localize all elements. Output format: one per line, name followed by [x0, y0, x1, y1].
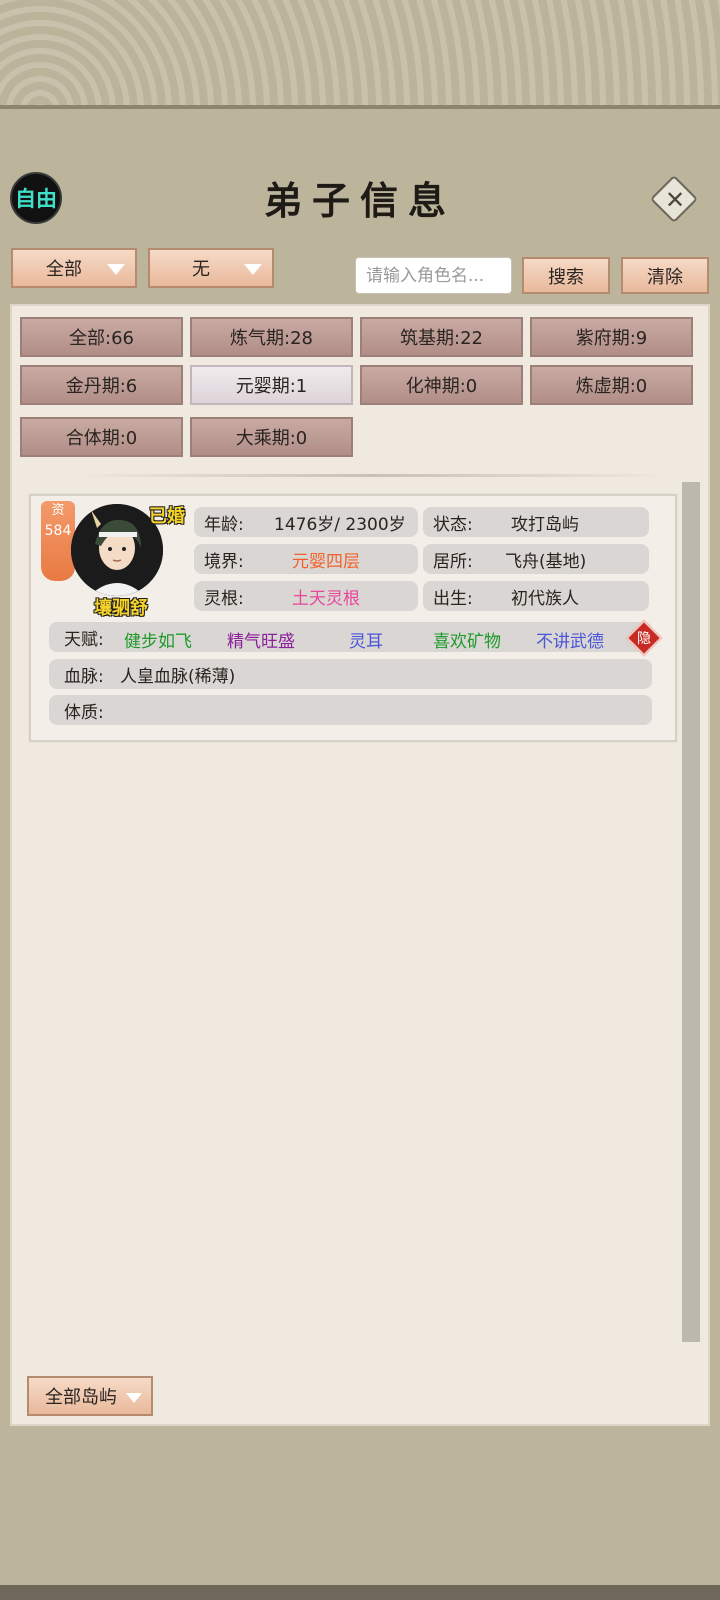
- married-status: 已婚: [149, 506, 185, 527]
- chevron-down-icon: [107, 264, 125, 275]
- physique-row: 体质:: [49, 695, 652, 725]
- filter-label: 炼气期:28: [230, 328, 313, 349]
- page-title: 弟子信息: [263, 178, 456, 223]
- realm-value: 元婴四层: [292, 551, 360, 572]
- clear-button[interactable]: 清除: [621, 257, 709, 294]
- status-value: 攻打岛屿: [511, 514, 579, 535]
- talent-item[interactable]: 精气旺盛: [227, 627, 295, 652]
- physique-label: 体质:: [64, 702, 104, 723]
- hide-button-label: 隐: [637, 631, 651, 647]
- birth-value: 初代族人: [511, 588, 579, 609]
- talent-item[interactable]: 喜欢矿物: [433, 627, 501, 652]
- close-button[interactable]: ✕: [649, 174, 699, 224]
- filter-heti[interactable]: 合体期:0: [20, 417, 183, 457]
- bloodline-label: 血脉:: [64, 666, 104, 687]
- chevron-down-icon: [244, 264, 262, 275]
- island-filter-value: 全部岛屿: [45, 1387, 117, 1408]
- search-button[interactable]: 搜索: [522, 257, 610, 294]
- age-field: 年龄: 1476岁/ 2300岁: [194, 507, 418, 537]
- clear-button-label: 清除: [647, 266, 683, 288]
- filter-label: 筑基期:22: [400, 328, 483, 349]
- aptitude-label: 资: [51, 503, 65, 518]
- spirit-root-value: 土天灵根: [292, 588, 360, 609]
- filter-label: 合体期:0: [65, 428, 138, 449]
- filter-jindan[interactable]: 金丹期:6: [20, 365, 183, 405]
- search-button-label: 搜索: [548, 266, 584, 288]
- aptitude-value: 584: [44, 523, 72, 539]
- aptitude-badge: 资 584: [41, 501, 75, 581]
- birth-field: 出生: 初代族人: [423, 581, 649, 611]
- disciple-card[interactable]: 资 584 已婚 壤驷舒 年龄: 1476岁/ 2300岁 状态: 攻打岛屿 境…: [28, 493, 678, 743]
- secondary-filter-dropdown[interactable]: 无: [148, 248, 274, 288]
- filter-dacheng[interactable]: 大乘期:0: [190, 417, 353, 457]
- divider: [72, 474, 672, 477]
- filter-label: 紫府期:9: [575, 328, 648, 349]
- island-filter-dropdown[interactable]: 全部岛屿: [27, 1376, 153, 1416]
- age-value: 1476岁/ 2300岁: [274, 514, 406, 535]
- status-label: 状态:: [433, 514, 473, 535]
- filter-label: 金丹期:6: [65, 376, 138, 397]
- realm-field: 境界: 元婴四层: [194, 544, 418, 574]
- age-label: 年龄:: [204, 514, 244, 535]
- filter-huashen[interactable]: 化神期:0: [360, 365, 523, 405]
- residence-field: 居所: 飞舟(基地): [423, 544, 649, 574]
- scrollbar[interactable]: [682, 482, 700, 1342]
- close-icon: ✕: [664, 186, 686, 214]
- residence-label: 居所:: [433, 551, 473, 572]
- talent-item[interactable]: 灵耳: [349, 627, 383, 652]
- realm-label: 境界:: [204, 551, 244, 572]
- realm-filter-dropdown[interactable]: 全部: [11, 248, 137, 288]
- residence-value: 飞舟(基地): [505, 551, 587, 572]
- bottom-decoration: [0, 1585, 720, 1600]
- filter-label: 化神期:0: [405, 376, 478, 397]
- talent-item[interactable]: 健步如飞: [124, 627, 192, 652]
- search-input[interactable]: [355, 257, 512, 294]
- filter-lianxu[interactable]: 炼虚期:0: [530, 365, 693, 405]
- filter-zifu[interactable]: 紫府期:9: [530, 317, 693, 357]
- top-decoration: [0, 0, 720, 109]
- status-field: 状态: 攻打岛屿: [423, 507, 649, 537]
- disciple-list-panel: 全部:66 炼气期:28 筑基期:22 紫府期:9 金丹期:6 元婴期:1 化神…: [10, 304, 710, 1426]
- filter-label: 全部:66: [69, 328, 134, 349]
- filter-all[interactable]: 全部:66: [20, 317, 183, 357]
- bloodline-row: 血脉: 人皇血脉(稀薄): [49, 659, 652, 689]
- spirit-root-label: 灵根:: [204, 588, 244, 609]
- bloodline-value: 人皇血脉(稀薄): [120, 666, 236, 687]
- chevron-down-icon: [126, 1393, 142, 1403]
- filter-label: 炼虚期:0: [575, 376, 648, 397]
- spirit-root-field: 灵根: 土天灵根: [194, 581, 418, 611]
- filter-yuanying[interactable]: 元婴期:1: [190, 365, 353, 405]
- birth-label: 出生:: [433, 588, 473, 609]
- filter-zhuji[interactable]: 筑基期:22: [360, 317, 523, 357]
- talent-item[interactable]: 不讲武德: [536, 627, 604, 652]
- disciple-name: 壤驷舒: [94, 598, 148, 619]
- filter-lianqi[interactable]: 炼气期:28: [190, 317, 353, 357]
- filter-label: 元婴期:1: [235, 376, 308, 397]
- talent-label: 天赋:: [64, 629, 104, 650]
- filter-label: 大乘期:0: [235, 428, 308, 449]
